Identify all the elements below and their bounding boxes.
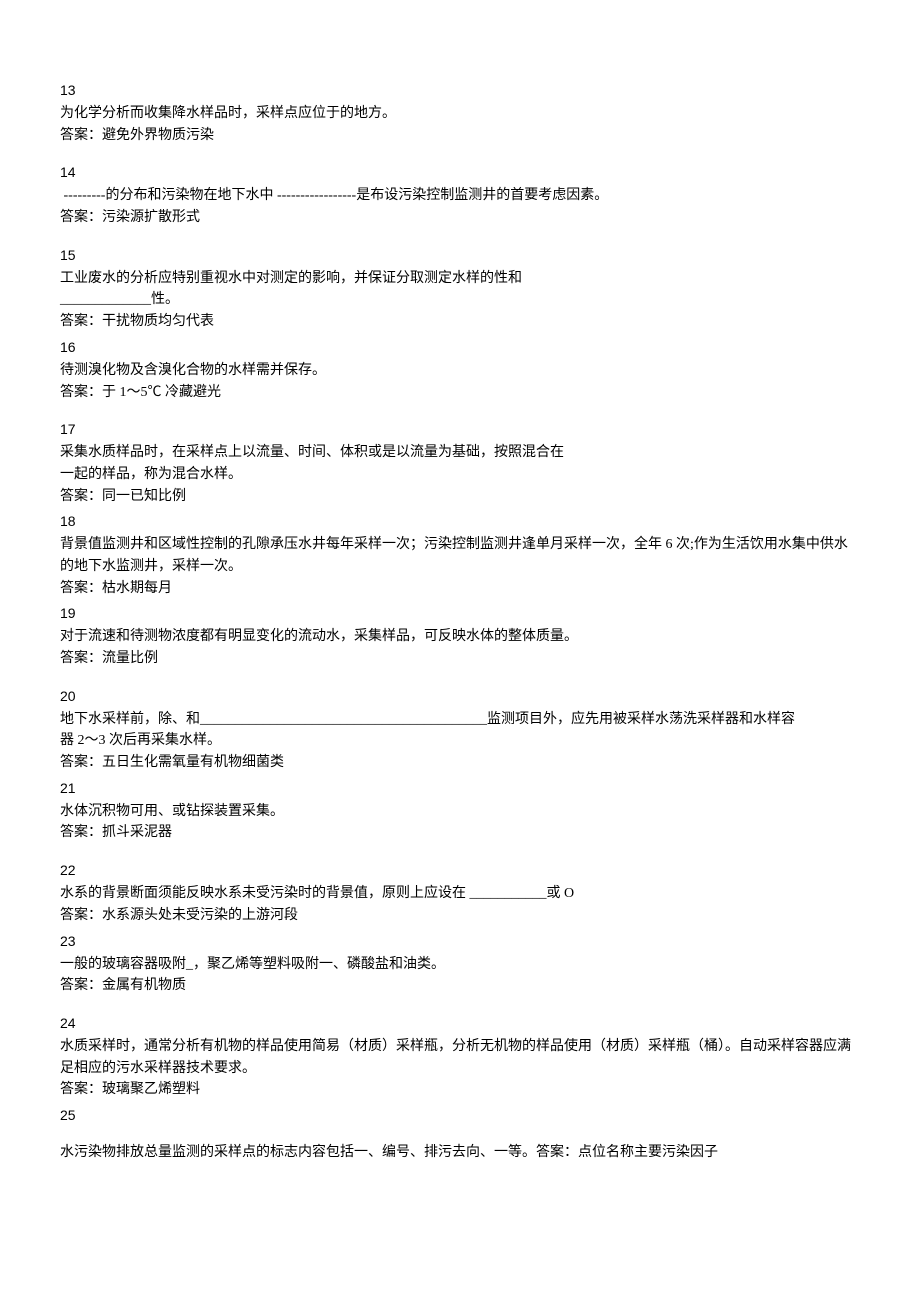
question-number: 18 xyxy=(60,511,860,532)
answer-text: 答案：五日生化需氧量有机物细菌类 xyxy=(60,752,860,774)
question-item: 24水质采样时，通常分析有机物的样品使用简易（材质）采样瓶，分析无机物的样品使用… xyxy=(60,1013,860,1101)
question-text: 对于流速和待测物浓度都有明显变化的流动水，采集样品，可反映水体的整体质量。 xyxy=(60,626,860,648)
question-text: 背景值监测井和区域性控制的孔隙承压水井每年采样一次；污染控制监测井逢单月采样一次… xyxy=(60,534,860,577)
answer-text: 答案：水系源头处未受污染的上游河段 xyxy=(60,905,860,927)
answer-text: 答案：干扰物质均匀代表 xyxy=(60,311,860,333)
question-number: 25 xyxy=(60,1105,860,1126)
answer-text: 答案：污染源扩散形式 xyxy=(60,207,860,229)
question-text: 地下水采样前，除、和______________________________… xyxy=(60,709,860,752)
question-text: 为化学分析而收集降水样品时，采样点应位于的地方。 xyxy=(60,103,860,125)
question-number: 21 xyxy=(60,778,860,799)
question-item: 20地下水采样前，除、和____________________________… xyxy=(60,686,860,774)
question-item: 21水体沉积物可用、或钻探装置采集。答案：抓斗采泥器 xyxy=(60,778,860,844)
question-text: 水系的背景断面须能反映水系未受污染时的背景值，原则上应设在 __________… xyxy=(60,883,860,905)
answer-text: 答案：金属有机物质 xyxy=(60,975,860,997)
question-text: 水污染物排放总量监测的采样点的标志内容包括一、编号、排污去向、一等。答案：点位名… xyxy=(60,1142,860,1164)
answer-text: 答案：同一已知比例 xyxy=(60,486,860,508)
answer-text: 答案：抓斗采泥器 xyxy=(60,822,860,844)
question-text: 水体沉积物可用、或钻探装置采集。 xyxy=(60,801,860,823)
question-number: 24 xyxy=(60,1013,860,1034)
answer-text: 答案：避免外界物质污染 xyxy=(60,125,860,147)
question-number: 23 xyxy=(60,931,860,952)
question-number: 13 xyxy=(60,80,860,101)
question-text: ---------的分布和污染物在地下水中 -----------------是… xyxy=(60,185,860,207)
question-number: 17 xyxy=(60,419,860,440)
answer-text: 答案：玻璃聚乙烯塑料 xyxy=(60,1079,860,1101)
answer-text: 答案：流量比例 xyxy=(60,648,860,670)
question-number: 16 xyxy=(60,337,860,358)
question-text: 水质采样时，通常分析有机物的样品使用简易（材质）采样瓶，分析无机物的样品使用（材… xyxy=(60,1036,860,1079)
question-item: 14 ---------的分布和污染物在地下水中 ---------------… xyxy=(60,162,860,228)
question-text: 一般的玻璃容器吸附_，聚乙烯等塑料吸附一、磷酸盐和油类。 xyxy=(60,954,860,976)
question-item: 23一般的玻璃容器吸附_，聚乙烯等塑料吸附一、磷酸盐和油类。答案：金属有机物质 xyxy=(60,931,860,997)
question-item: 17采集水质样品时，在采样点上以流量、时间、体积或是以流量为基础，按照混合在 一… xyxy=(60,419,860,507)
question-text: 工业废水的分析应特别重视水中对测定的影响，并保证分取测定水样的性和 ______… xyxy=(60,268,860,311)
question-text: 待测溴化物及含溴化合物的水样需并保存。 xyxy=(60,360,860,382)
question-item: 16待测溴化物及含溴化合物的水样需并保存。答案：于 1～5℃ 冷藏避光 xyxy=(60,337,860,403)
question-item: 25 水污染物排放总量监测的采样点的标志内容包括一、编号、排污去向、一等。答案：点… xyxy=(60,1105,860,1164)
question-item: 13为化学分析而收集降水样品时，采样点应位于的地方。答案：避免外界物质污染 xyxy=(60,80,860,146)
question-number: 22 xyxy=(60,860,860,881)
question-number: 14 xyxy=(60,162,860,183)
question-number: 20 xyxy=(60,686,860,707)
answer-text: 答案：枯水期每月 xyxy=(60,578,860,600)
question-item: 18背景值监测井和区域性控制的孔隙承压水井每年采样一次；污染控制监测井逢单月采样… xyxy=(60,511,860,599)
question-item: 22水系的背景断面须能反映水系未受污染时的背景值，原则上应设在 ________… xyxy=(60,860,860,926)
question-item: 15工业废水的分析应特别重视水中对测定的影响，并保证分取测定水样的性和 ____… xyxy=(60,245,860,333)
question-text: 采集水质样品时，在采样点上以流量、时间、体积或是以流量为基础，按照混合在 一起的… xyxy=(60,442,860,485)
question-number: 15 xyxy=(60,245,860,266)
question-number: 19 xyxy=(60,603,860,624)
answer-text: 答案：于 1～5℃ 冷藏避光 xyxy=(60,382,860,404)
question-item: 19对于流速和待测物浓度都有明显变化的流动水，采集样品，可反映水体的整体质量。答… xyxy=(60,603,860,669)
